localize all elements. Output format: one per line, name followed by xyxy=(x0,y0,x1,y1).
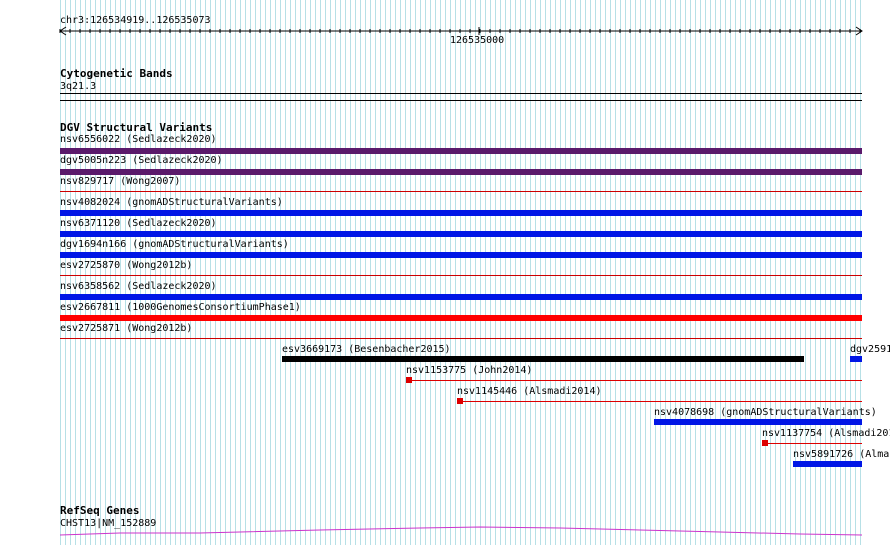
refseq-track-title[interactable]: RefSeq Genes xyxy=(60,505,139,517)
gene-model[interactable] xyxy=(0,525,890,545)
ruler[interactable] xyxy=(0,0,890,50)
variant-feature[interactable] xyxy=(463,401,862,402)
ruler-tick-label: 126535000 xyxy=(450,35,505,46)
variant-label[interactable]: esv3669173 (Besenbacher2015) xyxy=(282,344,451,355)
track-gridlines xyxy=(60,0,862,545)
variant-feature[interactable] xyxy=(60,252,862,258)
cytoband-label: 3q21.3 xyxy=(60,81,97,92)
variant-feature[interactable] xyxy=(60,231,862,237)
variant-label[interactable]: nsv6371120 (Sedlazeck2020) xyxy=(60,218,217,229)
ruler-ticks xyxy=(59,29,861,33)
track-separator xyxy=(60,100,862,101)
variant-feature[interactable] xyxy=(412,380,862,381)
variant-label[interactable]: dgv2591 xyxy=(850,344,890,355)
variant-label[interactable]: esv2725870 (Wong2012b) xyxy=(60,260,192,271)
variant-feature[interactable] xyxy=(60,294,862,300)
variant-feature[interactable] xyxy=(793,461,862,467)
variant-label[interactable]: nsv1145446 (Alsmadi2014) xyxy=(457,386,602,397)
genome-browser-view[interactable]: chr3:126534919..126535073 126535000 Cyto… xyxy=(0,0,890,545)
variant-label[interactable]: nsv6556022 (Sedlazeck2020) xyxy=(60,134,217,145)
cytoband-line[interactable] xyxy=(60,93,862,94)
variant-feature[interactable] xyxy=(60,191,862,192)
variant-feature[interactable] xyxy=(60,148,862,154)
variant-feature[interactable] xyxy=(60,338,862,339)
variant-label[interactable]: nsv4078698 (gnomADStructuralVariants) xyxy=(654,407,877,418)
variant-feature[interactable] xyxy=(60,275,862,276)
variant-feature[interactable] xyxy=(282,356,804,362)
variant-label[interactable]: nsv829717 (Wong2007) xyxy=(60,176,180,187)
cytoband-track-title[interactable]: Cytogenetic Bands xyxy=(60,68,173,80)
variant-label[interactable]: nsv5891726 (Alman xyxy=(793,449,890,460)
variant-label[interactable]: esv2667811 (1000GenomesConsortiumPhase1) xyxy=(60,302,301,313)
variant-label[interactable]: dgv1694n166 (gnomADStructuralVariants) xyxy=(60,239,289,250)
variant-label[interactable]: esv2725871 (Wong2012b) xyxy=(60,323,192,334)
gene-intron-line[interactable] xyxy=(59,526,863,536)
dgv-track-title[interactable]: DGV Structural Variants xyxy=(60,122,212,134)
variant-feature[interactable] xyxy=(654,419,862,425)
variant-feature[interactable] xyxy=(60,210,862,216)
variant-label[interactable]: dgv5005n223 (Sedlazeck2020) xyxy=(60,155,223,166)
variant-label[interactable]: nsv1137754 (Alsmadi201 xyxy=(762,428,890,439)
variant-label[interactable]: nsv4082024 (gnomADStructuralVariants) xyxy=(60,197,283,208)
variant-feature[interactable] xyxy=(768,443,862,444)
variant-feature[interactable] xyxy=(850,356,862,362)
variant-label[interactable]: nsv1153775 (John2014) xyxy=(406,365,532,376)
variant-label[interactable]: nsv6358562 (Sedlazeck2020) xyxy=(60,281,217,292)
variant-feature[interactable] xyxy=(60,169,862,175)
variant-feature[interactable] xyxy=(60,315,862,321)
